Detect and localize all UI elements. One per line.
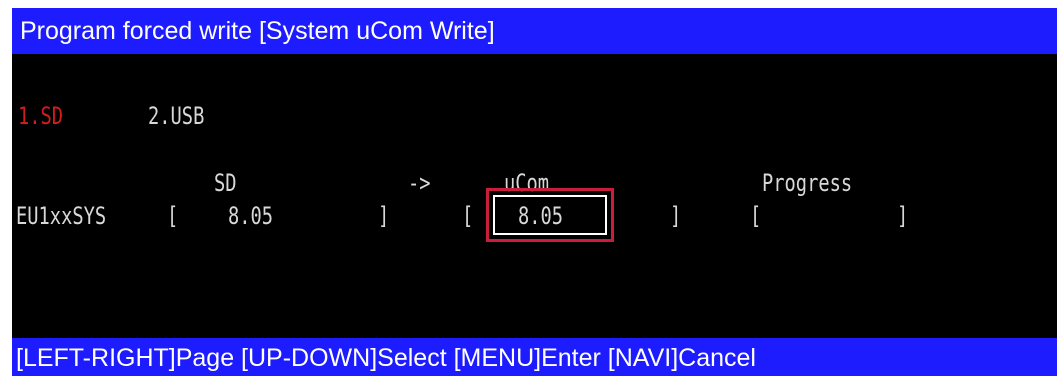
ucom-highlight-box <box>486 188 614 242</box>
sd-open-bracket: [ <box>167 202 179 230</box>
progress-open-bracket: [ <box>750 202 762 230</box>
tab-usb[interactable]: 2.USB <box>148 102 204 130</box>
ucom-close-bracket: ] <box>670 202 682 230</box>
ucom-open-bracket: [ <box>462 202 474 230</box>
page-title: Program forced write [System uCom Write] <box>12 8 1057 54</box>
sd-close-bracket: ] <box>378 202 390 230</box>
ucom-value-frame <box>493 195 607 235</box>
tab-sd[interactable]: 1.SD <box>18 102 63 130</box>
sd-version-value: 8.05 <box>228 202 274 230</box>
write-screen: Program forced write [System uCom Write]… <box>12 8 1057 376</box>
key-hint-bar: [LEFT-RIGHT]Page [UP-DOWN]Select [MENU]E… <box>12 338 1057 376</box>
row-name: EU1xxSYS <box>16 202 107 230</box>
column-header-sd: SD <box>214 169 237 197</box>
progress-close-bracket: ] <box>897 202 909 230</box>
arrow-indicator: -> <box>408 169 431 197</box>
column-header-progress: Progress <box>762 169 853 197</box>
